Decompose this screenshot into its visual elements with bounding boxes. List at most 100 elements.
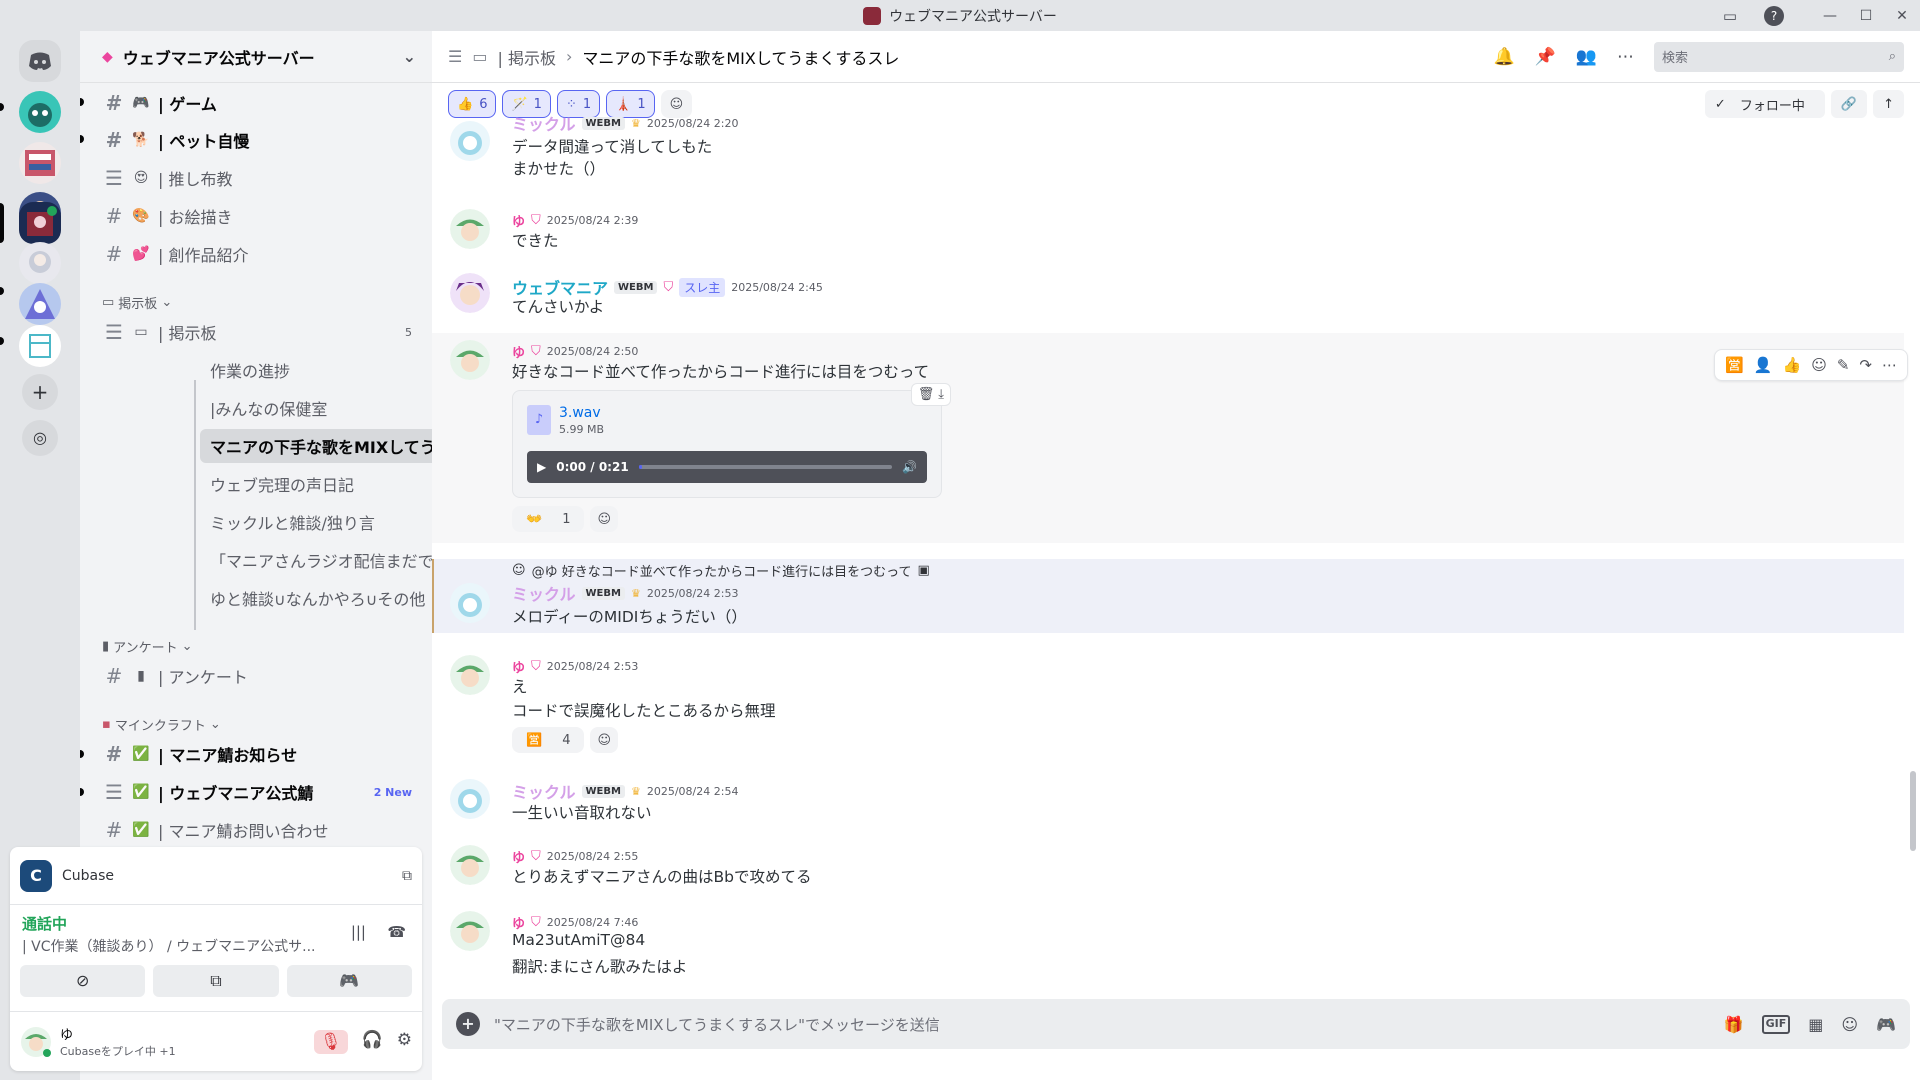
avatar[interactable] <box>450 583 490 623</box>
screen-share-icon[interactable]: ⧉ <box>402 868 412 884</box>
search-input[interactable]: 検索 ⌕ <box>1654 41 1904 72</box>
reaction[interactable]: 👐 1 <box>512 506 585 532</box>
members-icon[interactable]: 👥 <box>1576 47 1597 67</box>
channel-drawing[interactable]: # 🎨 | お絵描き <box>98 199 424 233</box>
sticker-icon[interactable]: ▦ <box>1808 1015 1823 1034</box>
emoji-icon[interactable]: ☺ <box>1841 1015 1858 1034</box>
direct-messages-icon[interactable] <box>19 40 61 82</box>
scroll-top-icon[interactable]: ↑ <box>1873 90 1904 118</box>
avatar[interactable] <box>450 911 490 951</box>
avatar[interactable] <box>450 340 490 380</box>
scrollbar[interactable] <box>1910 771 1916 851</box>
avatar[interactable] <box>450 209 490 249</box>
link-icon[interactable]: 🔗 <box>1830 90 1868 118</box>
gear-icon[interactable]: ⚙ <box>397 1030 412 1054</box>
channel-mc-contact[interactable]: # ✅ | マニア鯖お問い合わせ <box>98 813 424 847</box>
bell-icon[interactable]: 🔔 <box>1493 47 1514 67</box>
camera-off-button[interactable]: ⊘ <box>20 965 146 997</box>
follow-button[interactable]: ✓ フォロー中 <box>1704 90 1825 118</box>
guild-header[interactable]: ◆ ウェブマニア公式サーバー ⌄ <box>80 31 432 83</box>
headphones-icon[interactable]: 🎧 <box>362 1030 383 1054</box>
username[interactable]: ゆ <box>512 847 525 866</box>
reply-reference[interactable]: ☺ @ゆ 好きなコード並べて作ったからコード進行には目をつむって ▣ <box>512 561 930 580</box>
thread-owner-badge: スレ主 <box>679 277 726 297</box>
app-launcher-icon[interactable]: 🎮 <box>1876 1015 1896 1034</box>
edit-icon[interactable]: ✎ <box>1837 356 1850 374</box>
noise-suppression-icon[interactable]: ||| <box>351 923 366 941</box>
server-avatar[interactable] <box>19 242 61 284</box>
add-reaction-icon[interactable]: ☺ <box>1811 356 1827 374</box>
selected-indicator <box>0 203 4 243</box>
forward-icon[interactable]: ↷ <box>1859 356 1872 374</box>
download-icon[interactable]: ⤓ <box>938 387 944 402</box>
unread-marker <box>80 750 84 758</box>
server-avatar[interactable] <box>19 283 61 325</box>
server-avatar[interactable] <box>19 325 61 367</box>
disconnect-icon[interactable]: ☎ <box>387 923 406 941</box>
pin-icon[interactable]: 📌 <box>1535 47 1556 67</box>
channel-survey[interactable]: # ▮ | アンケート <box>98 659 424 693</box>
discover-icon[interactable]: ◎ <box>22 420 58 456</box>
quick-reaction-icon[interactable]: 🈺 <box>1725 356 1744 374</box>
channel-pet[interactable]: # 🐕 | ペット自慢 <box>98 123 424 157</box>
trash-icon[interactable]: 🗑 <box>918 387 935 402</box>
channel-mc-news[interactable]: # ✅ | マニア鯖お知らせ <box>98 737 424 771</box>
audio-seekbar[interactable] <box>638 465 893 469</box>
avatar[interactable] <box>450 779 490 819</box>
maximize-button[interactable]: ☐ <box>1848 8 1884 24</box>
voice-location[interactable]: | VC作業（雑談あり） / ウェブマニア公式サ... <box>22 936 342 956</box>
reaction[interactable]: 👍 6 <box>448 90 497 118</box>
category-survey[interactable]: ▮ アンケート ⌄ <box>102 637 193 656</box>
volume-icon[interactable]: 🔊 <box>902 460 917 474</box>
avatar[interactable] <box>450 273 490 313</box>
channel-oshi[interactable]: ☰ 😍 | 推し布教 <box>98 161 424 195</box>
avatar[interactable] <box>450 655 490 695</box>
username[interactable]: ミックル <box>512 581 576 605</box>
add-server-icon[interactable]: + <box>22 374 58 410</box>
thumbs-up-icon[interactable]: 👍 <box>1783 356 1802 374</box>
add-reaction-icon[interactable]: ☺ <box>590 506 619 532</box>
reaction[interactable]: 🈺 4 <box>512 727 585 753</box>
username[interactable]: ゆ <box>512 657 525 676</box>
channel-game[interactable]: # 🎮 | ゲーム <box>98 86 424 120</box>
add-reaction-icon[interactable]: ☺ <box>590 727 619 753</box>
gif-icon[interactable]: GIF <box>1761 1014 1791 1034</box>
server-avatar[interactable] <box>19 91 61 133</box>
channel-mc-official[interactable]: ☰ ✅ | ウェブマニア公式鯖 2 New <box>98 775 424 809</box>
channel-board[interactable]: ☰ ▭ | 掲示板 5 <box>98 315 424 349</box>
username[interactable]: ゆ <box>512 211 525 230</box>
inbox-icon[interactable]: ▭ <box>1720 6 1740 26</box>
message-reactions: 🈺 4 ☺ <box>512 727 619 753</box>
mic-muted-icon[interactable]: 🎙 <box>313 1029 348 1054</box>
quick-reaction-icon[interactable]: 👤 <box>1754 356 1773 374</box>
more-icon[interactable]: ⋯ <box>1882 356 1897 374</box>
upload-plus-icon[interactable]: + <box>456 1012 480 1036</box>
avatar[interactable] <box>450 121 490 161</box>
breadcrumb[interactable]: | 掲示板 <box>497 45 555 69</box>
avatar[interactable] <box>20 1026 52 1058</box>
avatar[interactable] <box>450 845 490 885</box>
category-minecraft[interactable]: ▪ マインクラフト ⌄ <box>102 715 221 734</box>
activity-row[interactable]: C Cubase ⧉ <box>10 847 422 905</box>
close-button[interactable]: ✕ <box>1884 8 1920 24</box>
channel-works[interactable]: # 💕 | 創作品紹介 <box>98 237 424 271</box>
username[interactable]: ミックル <box>512 779 576 803</box>
server-avatar-current[interactable] <box>19 202 61 244</box>
activity-button[interactable]: 🎮 <box>286 965 412 997</box>
screen-share-button[interactable]: ⧉ <box>153 965 279 997</box>
help-icon[interactable]: ? <box>1764 6 1784 26</box>
username[interactable]: ゆ <box>512 342 525 361</box>
play-icon[interactable]: ▶ <box>537 460 546 474</box>
gift-icon[interactable]: 🎁 <box>1724 1015 1744 1034</box>
minimize-button[interactable]: — <box>1812 8 1848 24</box>
server-avatar[interactable] <box>19 142 61 184</box>
attachment-filename[interactable]: 3.wav <box>559 405 601 421</box>
channel-emoji: 💕 <box>132 246 150 262</box>
user-info[interactable]: ゆ Cubaseをプレイ中 +1 <box>60 1024 176 1059</box>
category-board[interactable]: ▭ 掲示板 ⌄ <box>102 293 172 312</box>
message-input[interactable]: "マニアの下手な歌をMIXしてうまくするスレ"でメッセージを送信 <box>494 1014 1710 1035</box>
more-icon[interactable]: ⋯ <box>1617 47 1634 67</box>
username[interactable]: ゆ <box>512 913 525 932</box>
username[interactable]: ミックル <box>512 111 576 135</box>
boost-icon: ◆ <box>102 48 113 65</box>
